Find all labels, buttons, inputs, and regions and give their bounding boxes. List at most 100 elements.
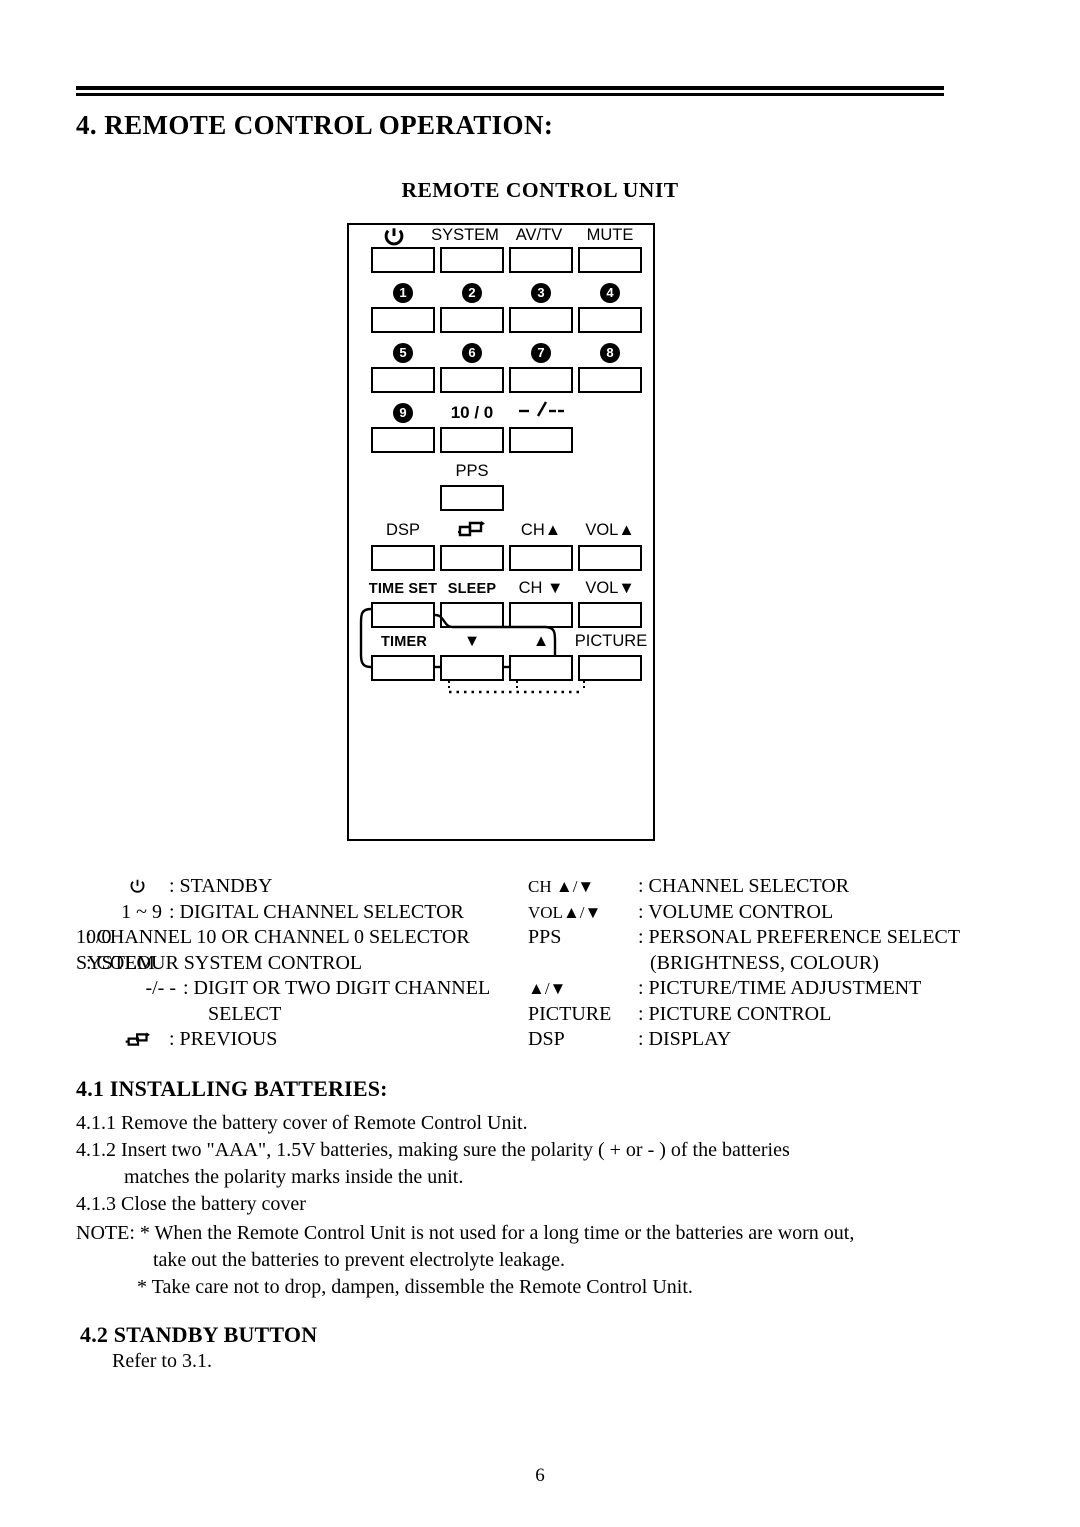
remote-button-pps[interactable] (440, 485, 504, 511)
legend-row-pps: PPS : PERSONAL PREFERENCE SELECT (528, 925, 998, 951)
button-label-pps: PPS (455, 462, 489, 480)
legend-row-volume-control: VOL▲/▼ : VOLUME CONTROL (528, 900, 998, 926)
power-icon (130, 879, 145, 893)
button-label-vol-down: VOL▼ (585, 579, 635, 597)
rule-line-top (76, 86, 944, 90)
remote-button-timer[interactable] (371, 655, 435, 681)
remote-button-time-set[interactable] (371, 602, 435, 628)
button-label-6: 6 (462, 343, 482, 363)
remote-button-2[interactable] (440, 307, 504, 333)
legend-value-dsp: : DISPLAY (638, 1028, 732, 1050)
remote-button-1[interactable] (371, 307, 435, 333)
button-label-adjust-up: ▲ (532, 632, 550, 650)
remote-button-sleep[interactable] (440, 602, 504, 628)
legend-key-channel-selector: CH ▲/▼ (528, 877, 595, 896)
legend-row-ten-zero: 10/0 : CHANNEL 10 OR CHANNEL 0 SELECTOR (76, 926, 470, 948)
remote-button-8[interactable] (578, 367, 642, 393)
button-label-avtv: AV/TV (515, 226, 563, 244)
legend-key-previous (76, 1027, 151, 1053)
battery-step-2: 4.1.2 Insert two "AAA", 1.5V batteries, … (76, 1139, 790, 1161)
button-label-1: 1 (393, 283, 413, 303)
legend-row-standby: : STANDBY (76, 874, 546, 900)
dash-slash-icon (519, 401, 564, 417)
button-label-5: 5 (393, 343, 413, 363)
legend-row-picture-time: ▲/▼ : PICTURE/TIME ADJUSTMENT (528, 976, 998, 1002)
remote-button-ch-down[interactable] (509, 602, 573, 628)
remote-button-vol-down[interactable] (578, 602, 642, 628)
legend-value-system: : COLOUR SYSTEM CONTROL (86, 951, 363, 974)
remote-button-vol-up[interactable] (578, 545, 642, 571)
installing-batteries-heading: 4.1 INSTALLING BATTERIES: (76, 1076, 388, 1101)
remote-control-diagram: SYSTEM AV/TV MUTE 1 2 3 4 5 6 7 8 9 10 /… (347, 223, 655, 841)
remote-button-7[interactable] (509, 367, 573, 393)
standby-button-heading: 4.2 STANDBY BUTTON (80, 1322, 318, 1347)
legend-right-column: CH ▲/▼ : CHANNEL SELECTOR VOL▲/▼ : VOLUM… (528, 874, 998, 1053)
previous-loop-icon (458, 521, 485, 537)
button-label-3: 3 (531, 283, 551, 303)
legend-value-picture-time: : PICTURE/TIME ADJUSTMENT (638, 977, 922, 999)
legend-key-digits: 1 ~ 9 (121, 900, 162, 923)
remote-button-9[interactable] (371, 427, 435, 453)
remote-button-avtv[interactable] (509, 247, 573, 273)
legend-row-digits: 1 ~ 9 : DIGITAL CHANNEL SELECTOR (76, 900, 546, 926)
remote-button-adjust-up[interactable] (509, 655, 573, 681)
remote-button-4[interactable] (578, 307, 642, 333)
remote-button-3[interactable] (509, 307, 573, 333)
battery-step-3: 4.1.3 Close the battery cover (76, 1193, 306, 1215)
button-label-9: 9 (393, 403, 413, 423)
rule-line-bottom (76, 92, 944, 96)
remote-button-mute[interactable] (578, 247, 642, 273)
button-label-2: 2 (462, 283, 482, 303)
button-label-picture: PICTURE (574, 632, 648, 650)
button-label-mute: MUTE (586, 226, 634, 244)
button-label-4: 4 (600, 283, 620, 303)
legend-row-dash: -/- - : DIGIT OR TWO DIGIT CHANNEL (76, 976, 546, 1002)
legend-key-volume-control: VOL▲/▼ (528, 902, 602, 922)
legend-key-picture-time: ▲/▼ (528, 979, 567, 998)
legend-key-dsp: DSP (528, 1028, 565, 1050)
legend-value-pps: : PERSONAL PREFERENCE SELECT (638, 926, 961, 948)
remote-button-dash-slash[interactable] (509, 427, 573, 453)
legend-value-picture-control: : PICTURE CONTROL (638, 1002, 832, 1025)
header-double-rule (76, 86, 944, 96)
legend-value-previous: : PREVIOUS (169, 1028, 278, 1050)
legend-key-standby (76, 874, 146, 900)
battery-step-1: 4.1.1 Remove the battery cover of Remote… (76, 1112, 528, 1134)
button-label-system: SYSTEM (431, 226, 499, 244)
remote-button-6[interactable] (440, 367, 504, 393)
legend-row-dsp: DSP : DISPLAY (528, 1027, 998, 1053)
button-label-adjust-down: ▼ (463, 632, 481, 650)
remote-button-power[interactable] (371, 247, 435, 273)
page-title: 4. REMOTE CONTROL OPERATION: (76, 110, 554, 140)
legend-row-pps-cont: (BRIGHTNESS, COLOUR) (528, 951, 998, 977)
legend-row-dash-cont: SELECT (76, 1002, 546, 1028)
battery-step-2-cont: matches the polarity marks inside the un… (124, 1166, 464, 1188)
power-icon (384, 228, 404, 246)
legend-row-previous: : PREVIOUS (76, 1027, 546, 1053)
button-label-8: 8 (600, 343, 620, 363)
remote-button-ten-zero[interactable] (440, 427, 504, 453)
legend-row-system: SYSTEM : COLOUR SYSTEM CONTROL (76, 951, 363, 974)
button-label-vol-up: VOL▲ (585, 521, 635, 539)
legend-key-picture-control: PICTURE (528, 1002, 612, 1025)
remote-button-adjust-down[interactable] (440, 655, 504, 681)
button-label-ch-up: CH▲ (520, 521, 562, 539)
button-label-sleep: SLEEP (447, 581, 497, 597)
remote-button-system[interactable] (440, 247, 504, 273)
remote-button-dsp[interactable] (371, 545, 435, 571)
legend-value-standby: : STANDBY (169, 875, 273, 897)
battery-note-2: * Take care not to drop, dampen, dissemb… (137, 1276, 693, 1298)
button-label-time-set: TIME SET (368, 581, 438, 597)
remote-button-picture[interactable] (578, 655, 642, 681)
remote-button-previous[interactable] (440, 545, 504, 571)
legend-row-picture-control: PICTURE : PICTURE CONTROL (528, 1002, 998, 1028)
previous-loop-icon (125, 1032, 150, 1046)
remote-button-ch-up[interactable] (509, 545, 573, 571)
button-label-ch-down: CH ▼ (518, 579, 564, 597)
legend-key-dash: -/- - (145, 977, 176, 999)
battery-note-1-cont: take out the batteries to prevent electr… (153, 1249, 566, 1271)
legend-key-pps: PPS (528, 926, 562, 948)
legend-value-dash: : DIGIT OR TWO DIGIT CHANNEL (183, 977, 491, 999)
remote-button-5[interactable] (371, 367, 435, 393)
legend-value-ten-zero: : CHANNEL 10 OR CHANNEL 0 SELECTOR (86, 926, 470, 948)
